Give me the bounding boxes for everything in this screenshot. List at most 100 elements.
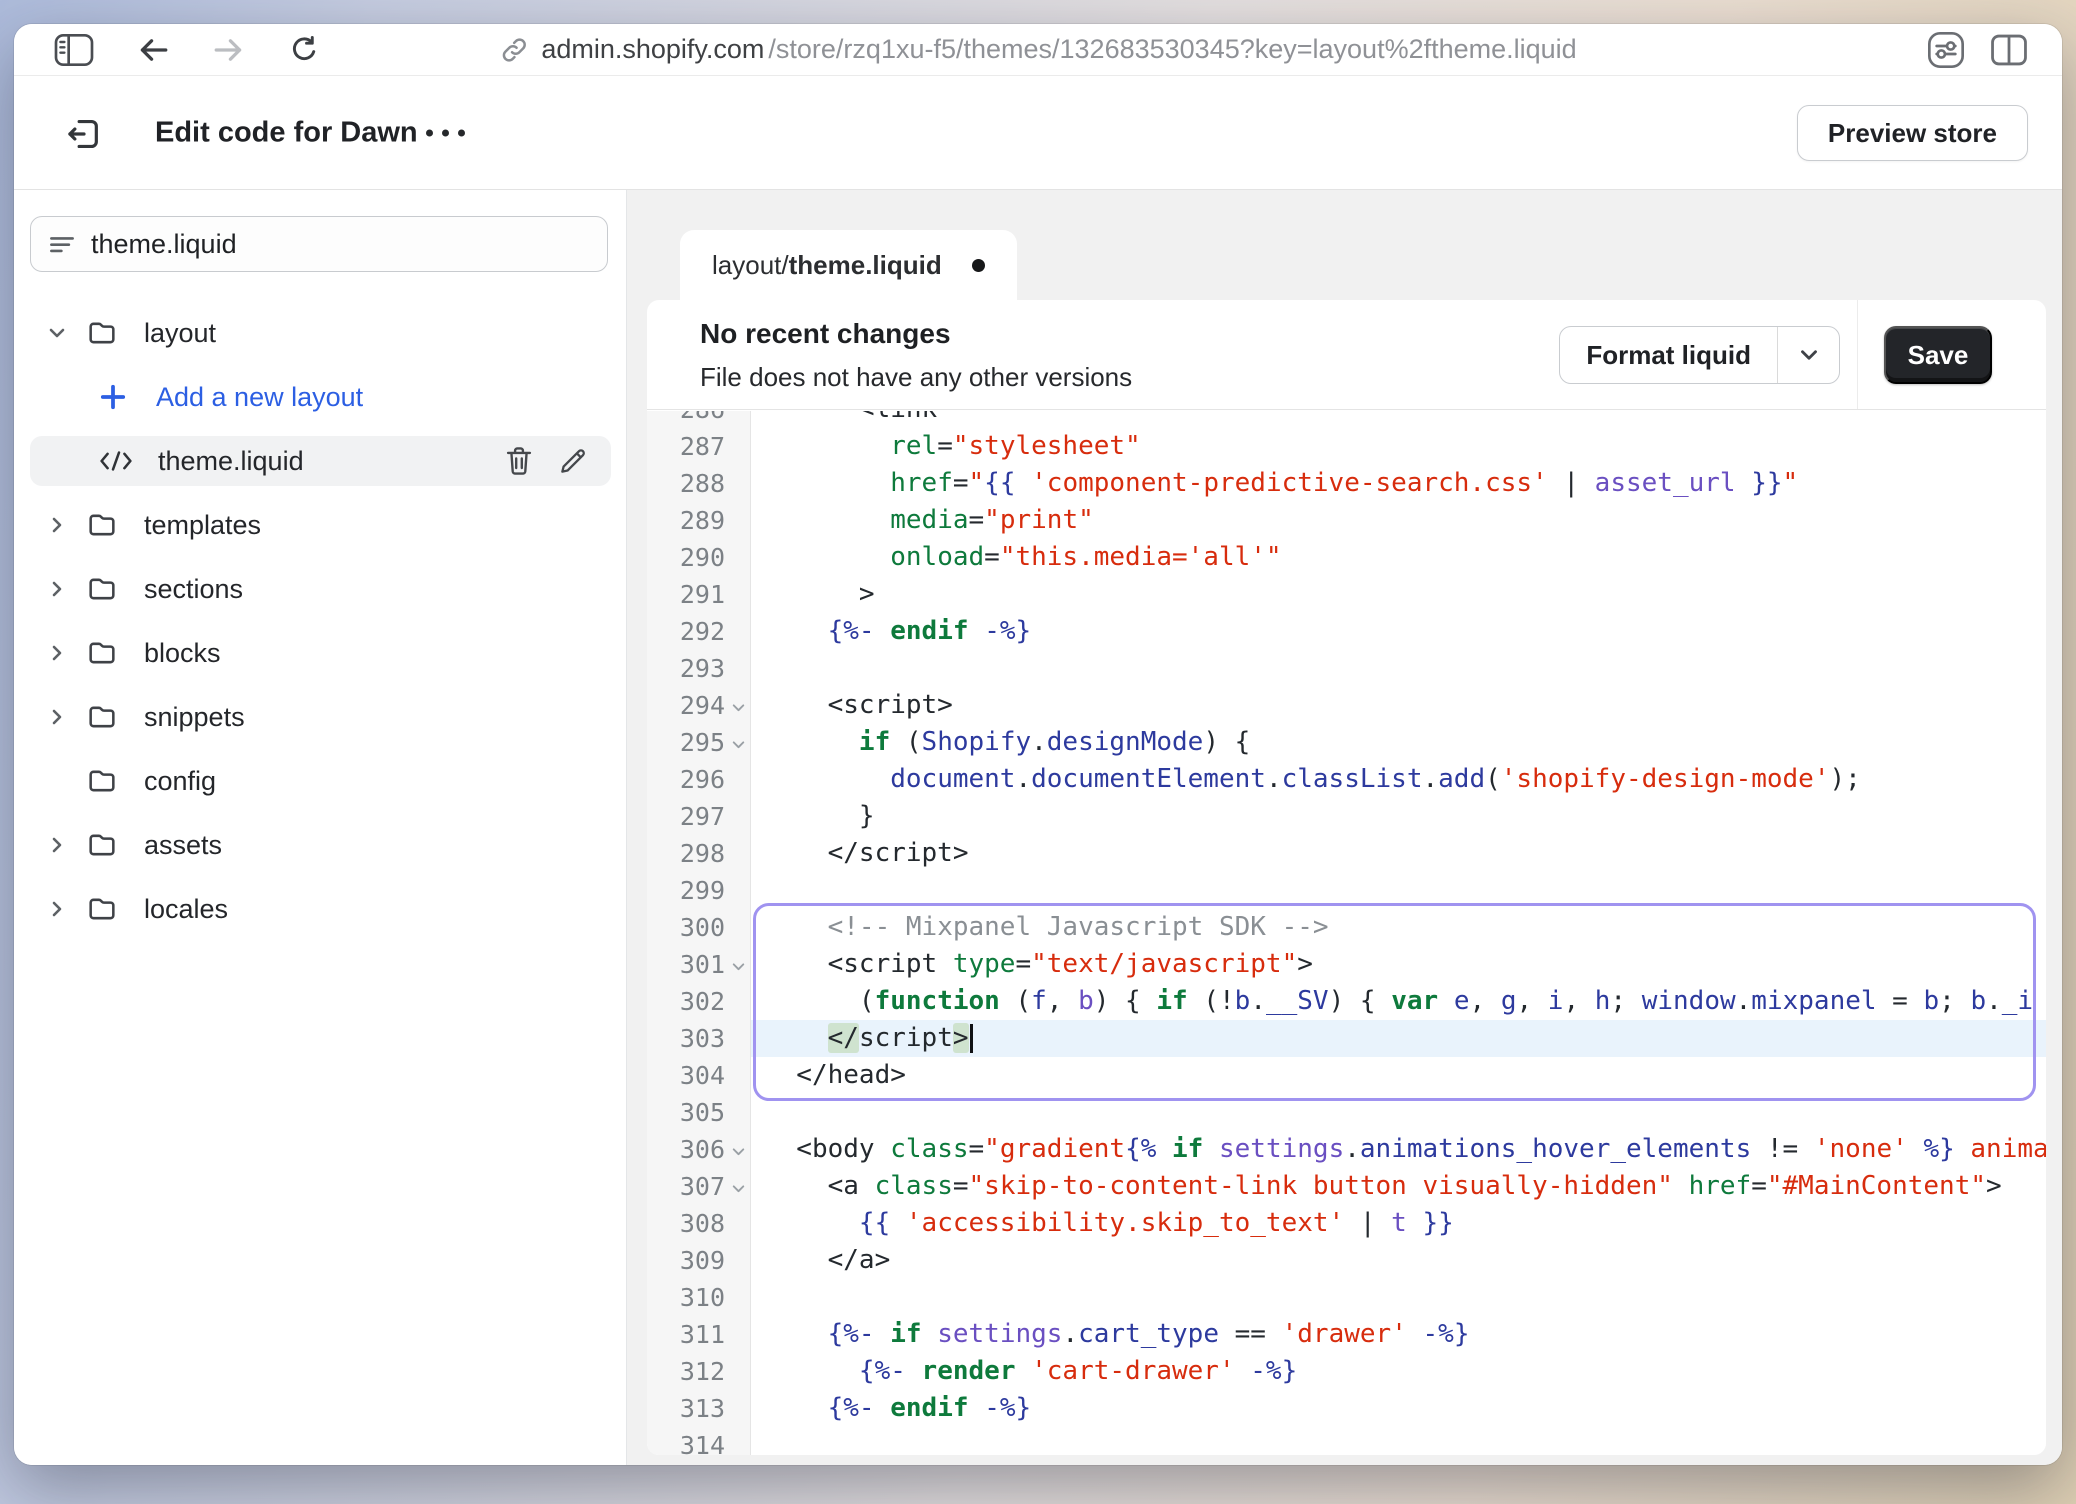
forward-icon[interactable] [212,33,246,67]
sidebar-item-assets[interactable]: assets [30,820,611,870]
chevron-right-icon[interactable] [45,512,69,538]
search-input[interactable] [91,229,591,260]
code-line-297[interactable]: 297 } [647,798,2046,835]
desktop: { "browser": { "url_domain": "admin.shop… [0,0,2076,1504]
code-line-301[interactable]: 301 <script type="text/javascript"> [647,946,2046,983]
sidebar-item-config[interactable]: config [30,756,611,806]
file-search[interactable] [30,216,608,272]
page-settings-icon[interactable] [1926,30,1966,70]
chevron-down-icon[interactable] [45,320,69,346]
main-content: layout Add a new layout theme.liquid templa… [14,190,2062,1465]
pencil-icon[interactable] [558,446,588,476]
code-line-298[interactable]: 298 </script> [647,835,2046,872]
code-line-311[interactable]: 311 {%- if settings.cart_type == 'drawer… [647,1316,2046,1353]
sidebar-item-layout[interactable]: layout [30,308,611,358]
code-line-299[interactable]: 299 [647,872,2046,909]
filter-icon [47,229,77,259]
sidebar-item-add-a-new-layout[interactable]: Add a new layout [30,372,611,422]
code-line-309[interactable]: 309 </a> [647,1242,2046,1279]
code-line-306[interactable]: 306 <body class="gradient{% if settings.… [647,1131,2046,1168]
line-number: 312 [647,1357,725,1386]
chevron-right-icon[interactable] [45,832,69,858]
code-line-288[interactable]: 288 href="{{ 'component-predictive-searc… [647,465,2046,502]
chevron-right-icon[interactable] [45,576,69,602]
tab-path-prefix: layout/ [712,250,789,281]
code-line-304[interactable]: 304 </head> [647,1057,2046,1094]
sidebar-item-snippets[interactable]: snippets [30,692,611,742]
reload-icon[interactable] [288,34,320,66]
gutter-spacer [725,556,751,560]
line-number: 293 [647,654,725,683]
chevron-right-icon[interactable] [45,896,69,922]
code-line-296[interactable]: 296 document.documentElement.classList.a… [647,761,2046,798]
fold-toggle-icon[interactable] [725,1139,751,1160]
code-line-text: {{ 'accessibility.skip_to_text' | t }} [751,1205,2046,1242]
gutter-spacer [725,667,751,671]
exit-icon[interactable] [66,116,102,152]
code-line-312[interactable]: 312 {%- render 'cart-drawer' -%} [647,1353,2046,1390]
code-line-292[interactable]: 292 {%- endif -%} [647,613,2046,650]
gutter-spacer [725,1222,751,1226]
sidebar-toggle-icon[interactable] [54,32,94,67]
sidebar-item-theme-liquid[interactable]: theme.liquid [30,436,611,486]
code-line-text: onload="this.media='all'" [751,539,2046,576]
code-line-300[interactable]: 300 <!-- Mixpanel Javascript SDK --> [647,909,2046,946]
line-number: 310 [647,1283,725,1312]
fold-toggle-icon[interactable] [725,695,751,716]
code-line-text: </script> [751,1020,2046,1057]
code-line-293[interactable]: 293 [647,650,2046,687]
sidebar-item-locales[interactable]: locales [30,884,611,934]
format-liquid-label[interactable]: Format liquid [1560,327,1777,383]
address-bar[interactable]: admin.shopify.com/store/rzq1xu-f5/themes… [499,24,1576,75]
sidebar-item-label: sections [144,574,243,605]
code-line-308[interactable]: 308 {{ 'accessibility.skip_to_text' | t … [647,1205,2046,1242]
code-line-302[interactable]: 302 (function (f, b) { if (!b.__SV) { va… [647,983,2046,1020]
format-dropdown-chevron-icon[interactable] [1777,327,1839,383]
code-line-text: <body class="gradient{% if settings.anim… [751,1131,2046,1168]
code-line-303[interactable]: 303 </script> [647,1020,2046,1057]
preview-store-button[interactable]: Preview store [1797,105,2028,161]
chevron-right-icon[interactable] [45,704,69,730]
code-line-290[interactable]: 290 onload="this.media='all'" [647,539,2046,576]
code-line-text: media="print" [751,502,2046,539]
page-title: Edit code for Dawn [155,116,418,149]
save-button[interactable]: Save [1884,326,1992,384]
code-line-313[interactable]: 313 {%- endif -%} [647,1390,2046,1427]
code-line-287[interactable]: 287 rel="stylesheet" [647,428,2046,465]
chevron-right-icon[interactable] [45,640,69,666]
line-number: 302 [647,987,725,1016]
code-line-text: </a> [751,1242,2046,1279]
editor-card: No recent changes File does not have any… [647,300,2046,1455]
tab-theme-liquid[interactable]: layout/theme.liquid [680,230,1017,300]
line-number: 297 [647,802,725,831]
code-line-295[interactable]: 295 if (Shopify.designMode) { [647,724,2046,761]
line-number: 306 [647,1135,725,1164]
trash-icon[interactable] [505,446,533,477]
gutter-spacer [725,778,751,782]
fold-toggle-icon[interactable] [725,954,751,975]
code-line-305[interactable]: 305 [647,1094,2046,1131]
code-line-text: {%- if settings.cart_type == 'drawer' -%… [751,1316,2046,1353]
format-liquid-button[interactable]: Format liquid [1559,326,1840,384]
fold-toggle-icon[interactable] [725,1176,751,1197]
code-line-314[interactable]: 314 [647,1427,2046,1455]
sidebar-item-blocks[interactable]: blocks [30,628,611,678]
code-line-291[interactable]: 291 > [647,576,2046,613]
more-actions-icon[interactable] [426,129,465,136]
code-line-286[interactable]: 286 <link [647,411,2046,428]
sidebar-item-templates[interactable]: templates [30,500,611,550]
split-view-icon[interactable] [1990,33,2028,67]
code-line-307[interactable]: 307 <a class="skip-to-content-link butto… [647,1168,2046,1205]
code-line-text: <script type="text/javascript"> [751,946,2046,983]
fold-toggle-icon[interactable] [725,732,751,753]
back-icon[interactable] [136,33,170,67]
code-editor[interactable]: 286 <link287 rel="stylesheet"288 href="{… [647,411,2046,1455]
sidebar-item-sections[interactable]: sections [30,564,611,614]
code-line-294[interactable]: 294 <script> [647,687,2046,724]
code-line-289[interactable]: 289 media="print" [647,502,2046,539]
status-title: No recent changes [700,318,951,350]
unsaved-changes-dot [972,259,985,272]
code-line-310[interactable]: 310 [647,1279,2046,1316]
line-number: 304 [647,1061,725,1090]
folder-icon [86,509,118,541]
